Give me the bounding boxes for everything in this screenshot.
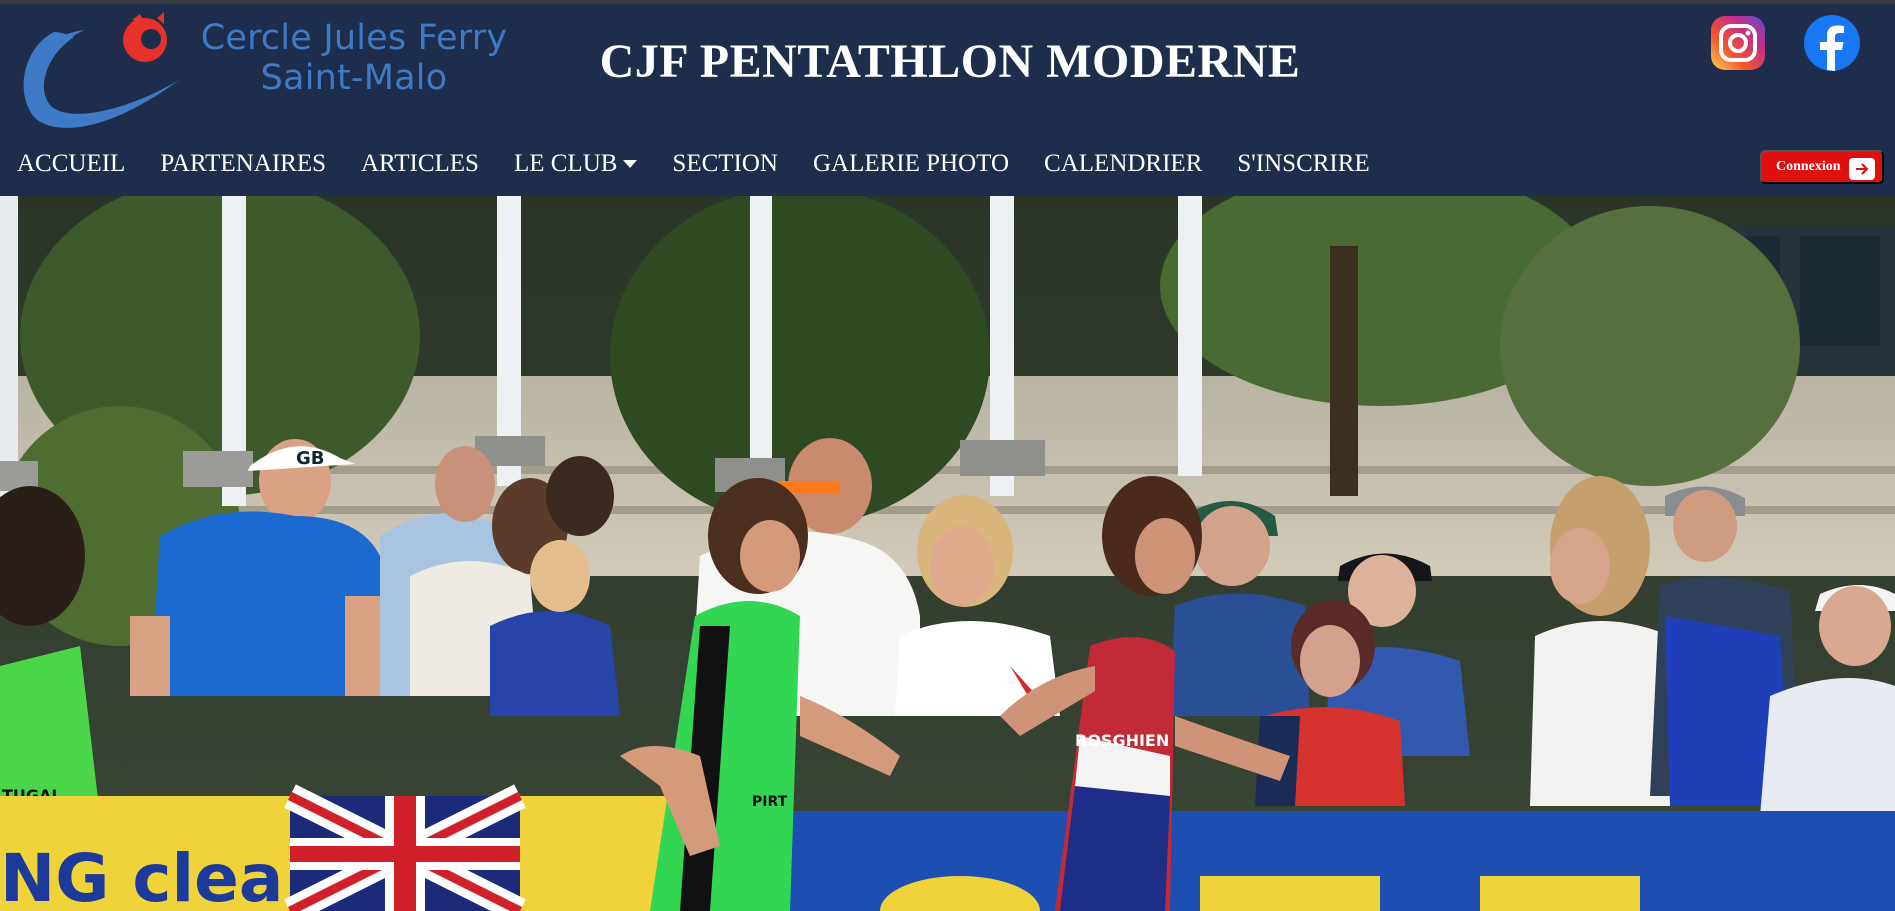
arrow-right-icon	[1849, 158, 1875, 180]
nav-label: ACCUEIL	[17, 150, 126, 177]
login-label: Connexion	[1776, 159, 1841, 174]
nav-label: ARTICLES	[361, 150, 479, 177]
nav-articles[interactable]: ARTICLES	[361, 150, 479, 178]
nav-partenaires[interactable]: PARTENAIRES	[160, 150, 326, 178]
cap-text: GB	[296, 448, 325, 469]
logo-text: Cercle Jules Ferry Saint-Malo	[194, 18, 514, 98]
main-nav: ACCUEIL PARTENAIRES ARTICLES LE CLUB SEC…	[17, 144, 1405, 184]
club-logo[interactable]: Cercle Jules Ferry Saint-Malo	[14, 12, 507, 137]
logo-swoosh-icon	[23, 12, 179, 128]
site-header: Cercle Jules Ferry Saint-Malo CJF PENTAT…	[0, 4, 1895, 196]
hero-image: GB TUGAL NG clea PIRT ROSGHIEN	[0, 196, 1895, 911]
nav-le-club[interactable]: LE CLUB	[513, 150, 638, 178]
banner-text: NG clea	[0, 840, 283, 911]
nav-label: SECTION	[672, 150, 778, 177]
facebook-icon	[1804, 15, 1860, 71]
athlete-tag-1: PIRT	[752, 794, 788, 810]
instagram-link[interactable]	[1709, 14, 1767, 72]
caret-down-icon	[623, 160, 638, 168]
nav-s-inscrire[interactable]: S'INSCRIRE	[1237, 150, 1369, 178]
nav-section[interactable]: SECTION	[672, 150, 778, 178]
nav-label: S'INSCRIRE	[1237, 150, 1370, 177]
logo-line-2: Saint-Malo	[260, 58, 448, 98]
facebook-link[interactable]	[1803, 14, 1861, 72]
login-button[interactable]: Connexion	[1760, 150, 1884, 184]
site-title: CJF PENTATHLON MODERNE	[599, 35, 1301, 88]
nav-label: GALERIE PHOTO	[812, 150, 1010, 177]
hero-photo: GB TUGAL NG clea PIRT ROSGHIEN	[0, 196, 1895, 911]
logo-line-1: Cercle Jules Ferry	[200, 18, 508, 58]
nav-calendrier[interactable]: CALENDRIER	[1044, 150, 1202, 178]
nav-label: LE CLUB	[513, 150, 618, 177]
nav-galerie-photo[interactable]: GALERIE PHOTO	[813, 150, 1009, 178]
nav-accueil[interactable]: ACCUEIL	[17, 150, 125, 178]
nav-label: PARTENAIRES	[160, 150, 326, 177]
instagram-icon	[1711, 16, 1765, 70]
athlete-tag-2: ROSGHIEN	[1075, 731, 1169, 750]
nav-label: CALENDRIER	[1044, 150, 1203, 177]
